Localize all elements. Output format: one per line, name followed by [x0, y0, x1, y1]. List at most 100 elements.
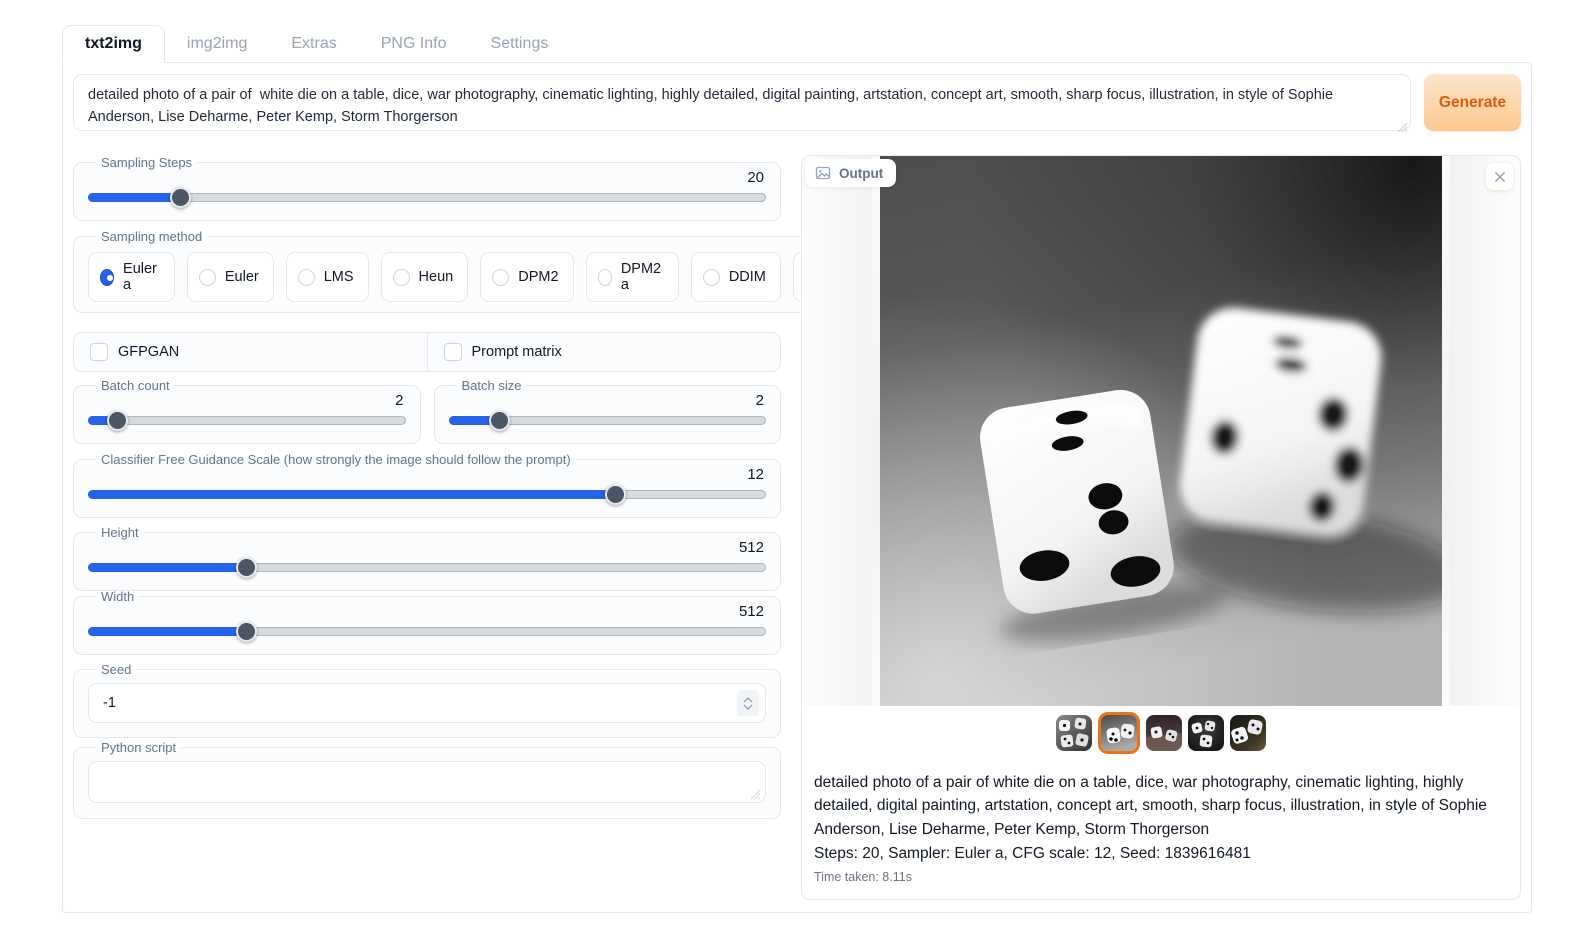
sampling-steps-slider-handle[interactable] [170, 187, 191, 208]
batch-row: Batch count 2 Batch size 2 [73, 378, 781, 444]
prompt-matrix-label: Prompt matrix [472, 344, 562, 360]
sampling-method-label: Sampling method [96, 229, 207, 244]
radio-euler-a[interactable]: Euler a [88, 252, 175, 302]
gfpgan-checkbox[interactable]: GFPGAN [74, 333, 427, 371]
python-script-input[interactable] [88, 761, 766, 803]
tab-settings[interactable]: Settings [469, 26, 571, 62]
python-script-group: Python script [73, 740, 781, 819]
spinner-up-down-icon[interactable] [737, 690, 759, 716]
resize-handle-icon[interactable] [1397, 122, 1408, 133]
radio-lms[interactable]: LMS [286, 252, 369, 302]
radio-dot [598, 269, 612, 286]
generate-button[interactable]: Generate [1424, 74, 1521, 131]
batch-size-slider[interactable] [449, 411, 767, 431]
radio-label: Heun [419, 269, 454, 285]
batch-size-group: Batch size 2 [434, 378, 782, 444]
sampling-method-group: Sampling method Euler a Euler LMS [73, 229, 900, 313]
prompt-container: detailed photo of a pair of white die on… [73, 74, 1411, 136]
cfg-scale-slider[interactable] [88, 485, 766, 505]
seed-input[interactable] [88, 683, 766, 723]
batch-size-slider-handle[interactable] [489, 410, 510, 431]
width-slider-handle[interactable] [236, 621, 257, 642]
width-label: Width [96, 589, 139, 604]
prompt-matrix-checkbox-box[interactable] [444, 343, 462, 361]
tab-txt2img[interactable]: txt2img [62, 25, 165, 63]
radio-label: DDIM [729, 269, 766, 285]
radio-ddim[interactable]: DDIM [691, 252, 781, 302]
radio-dpm2-a[interactable]: DPM2 a [586, 252, 679, 302]
batch-count-group: Batch count 2 [73, 378, 421, 444]
batch-count-slider[interactable] [88, 411, 406, 431]
output-label-text: Output [839, 166, 883, 181]
prompt-input[interactable]: detailed photo of a pair of white die on… [73, 74, 1411, 131]
python-script-label: Python script [96, 740, 181, 755]
prompt-matrix-checkbox[interactable]: Prompt matrix [428, 333, 781, 371]
radio-dot [100, 269, 114, 286]
radio-label: LMS [324, 269, 354, 285]
image-side-blur [1450, 156, 1520, 706]
output-panel-label: Output [805, 159, 896, 187]
thumbnail-4[interactable] [1188, 715, 1224, 751]
radio-dot [393, 269, 410, 286]
radio-heun[interactable]: Heun [381, 252, 469, 302]
radio-dot [703, 269, 720, 286]
dimensions-box: Height 512 Width 512 [73, 525, 781, 655]
radio-label: DPM2 [518, 269, 558, 285]
width-slider[interactable] [88, 622, 766, 642]
gfpgan-checkbox-box[interactable] [90, 343, 108, 361]
tab-img2img[interactable]: img2img [165, 26, 269, 62]
sampling-method-options: Euler a Euler LMS Heun [88, 252, 885, 302]
time-taken: Time taken: 8.11s [814, 868, 1508, 887]
generated-image[interactable] [880, 156, 1442, 706]
settings-column: Sampling Steps 20 Sampling method Euler … [73, 155, 781, 819]
batch-count-label: Batch count [96, 378, 175, 393]
app: txt2img img2img Extras PNG Info Settings… [62, 24, 1532, 913]
cfg-scale-value: 12 [88, 466, 766, 483]
batch-size-label: Batch size [457, 378, 527, 393]
radio-dpm2[interactable]: DPM2 [480, 252, 573, 302]
caption-params: Steps: 20, Sampler: Euler a, CFG scale: … [814, 842, 1508, 865]
seed-label: Seed [96, 662, 136, 677]
thumbnail-1[interactable] [1056, 715, 1092, 751]
cfg-scale-slider-handle[interactable] [605, 484, 626, 505]
thumbnail-2[interactable] [1098, 712, 1140, 754]
radio-euler[interactable]: Euler [187, 252, 274, 302]
height-label: Height [96, 525, 144, 540]
thumbnail-3[interactable] [1146, 715, 1182, 751]
radio-label: Euler a [123, 261, 160, 293]
sampling-steps-slider[interactable] [88, 188, 766, 208]
seed-group: Seed [73, 662, 781, 738]
height-group: Height 512 [73, 525, 781, 591]
radio-label: DPM2 a [621, 261, 664, 293]
height-slider[interactable] [88, 558, 766, 578]
sampling-steps-group: Sampling Steps 20 [73, 155, 781, 221]
thumbnail-gallery [802, 706, 1520, 761]
cfg-scale-group: Classifier Free Guidance Scale (how stro… [73, 452, 781, 518]
close-button[interactable] [1486, 163, 1513, 190]
batch-count-value: 2 [88, 392, 406, 409]
caption-prompt: detailed photo of a pair of white die on… [814, 771, 1508, 841]
tab-png-info[interactable]: PNG Info [359, 26, 469, 62]
image-side-blur [802, 156, 872, 706]
sampling-steps-value: 20 [88, 169, 766, 186]
sampling-steps-label: Sampling Steps [96, 155, 197, 170]
width-value: 512 [88, 603, 766, 620]
radio-dot [199, 269, 216, 286]
gfpgan-label: GFPGAN [118, 344, 179, 360]
height-slider-handle[interactable] [236, 557, 257, 578]
tab-extras[interactable]: Extras [269, 26, 358, 62]
height-value: 512 [88, 539, 766, 556]
image-icon [815, 165, 831, 181]
output-column: Output [801, 155, 1521, 900]
cfg-scale-label: Classifier Free Guidance Scale (how stro… [96, 452, 576, 467]
output-panel: Output [801, 155, 1521, 900]
txt2img-panel: detailed photo of a pair of white die on… [62, 62, 1532, 913]
thumbnail-5[interactable] [1230, 715, 1266, 751]
generation-info: detailed photo of a pair of white die on… [802, 761, 1520, 899]
output-image-stage [802, 156, 1520, 706]
width-group: Width 512 [73, 589, 781, 655]
tab-bar: txt2img img2img Extras PNG Info Settings [62, 24, 1532, 62]
resize-handle-icon[interactable] [750, 789, 761, 800]
batch-count-slider-handle[interactable] [107, 410, 128, 431]
radio-label: Euler [225, 269, 259, 285]
